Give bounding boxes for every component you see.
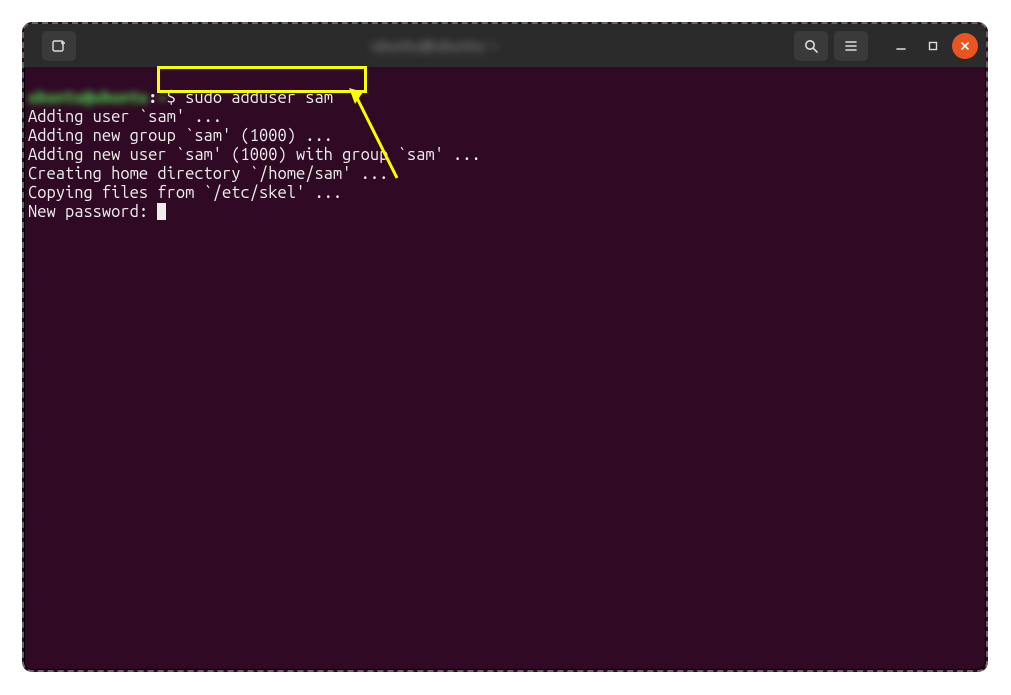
output-line: Adding new group `sam' (1000) ... xyxy=(28,127,333,145)
close-icon xyxy=(959,40,971,52)
minimize-icon xyxy=(895,40,907,52)
close-button[interactable] xyxy=(952,33,978,59)
window-title: ubuntu@ubuntu: ~ xyxy=(84,37,786,54)
prompt-path: ~ xyxy=(157,89,166,107)
output-line: Creating home directory `/home/sam' ... xyxy=(28,165,388,183)
terminal-body[interactable]: ubuntu@ubuntu:~$ sudo adduser sam Adding… xyxy=(24,68,986,245)
output-line: Adding new user `sam' (1000) with group … xyxy=(28,146,481,164)
titlebar-right xyxy=(794,31,978,61)
prompt-line: ubuntu@ubuntu:~$ sudo adduser sam xyxy=(28,89,333,107)
hamburger-menu-button[interactable] xyxy=(834,31,868,61)
maximize-icon xyxy=(927,40,939,52)
search-icon xyxy=(803,38,819,54)
minimize-button[interactable] xyxy=(888,33,914,59)
output-line: Copying files from `/etc/skel' ... xyxy=(28,184,342,202)
new-tab-button[interactable] xyxy=(42,31,76,61)
terminal-window: ubuntu@ubuntu: ~ xyxy=(22,22,988,672)
password-prompt-label: New password: xyxy=(28,203,157,221)
maximize-button[interactable] xyxy=(920,33,946,59)
titlebar: ubuntu@ubuntu: ~ xyxy=(24,24,986,68)
command-text: sudo adduser sam xyxy=(185,89,333,107)
text-cursor xyxy=(157,203,166,220)
hamburger-icon xyxy=(843,38,859,54)
prompt-user-host: ubuntu@ubuntu xyxy=(28,89,148,107)
prompt-separator: : xyxy=(148,89,157,107)
output-line: Adding user `sam' ... xyxy=(28,108,222,126)
new-tab-icon xyxy=(51,38,67,54)
search-button[interactable] xyxy=(794,31,828,61)
prompt-symbol: $ xyxy=(167,89,185,107)
password-prompt-line: New password: xyxy=(28,203,166,221)
